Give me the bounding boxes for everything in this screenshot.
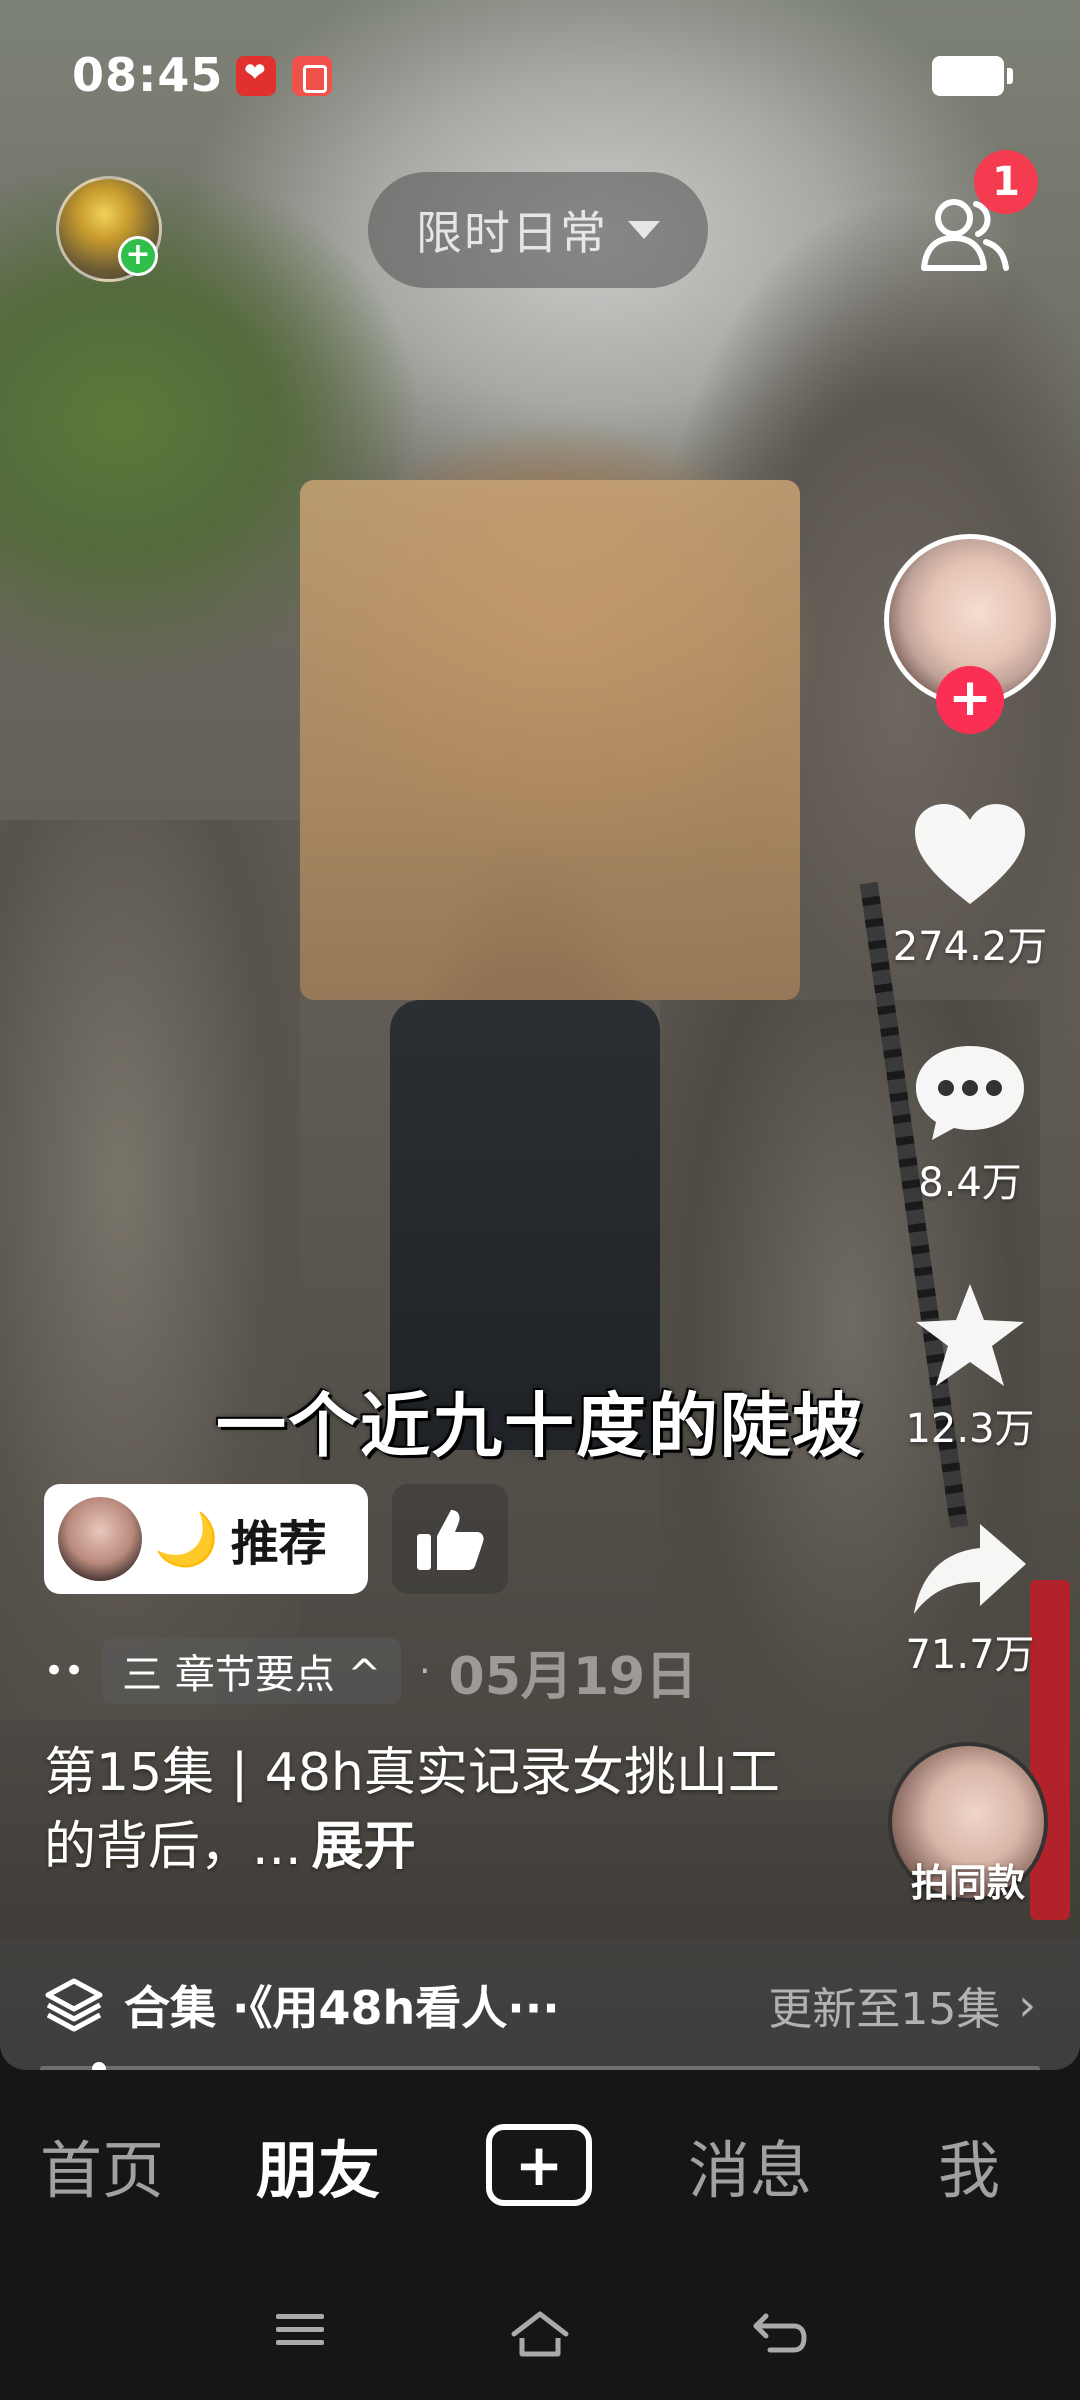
video-cargo-boxes [300,480,800,1000]
like-count: 274.2万 [892,924,1048,970]
collection-update: 更新至15集 [768,1984,1001,2035]
tab-me[interactable]: 我 [938,2120,1000,2210]
chapter-points-button[interactable]: 三 章节要点 ^ [102,1638,402,1704]
recommender-avatar [58,1497,142,1581]
feed-selector-dropdown[interactable]: 限时日常 [368,172,708,288]
follow-plus-icon[interactable]: + [936,666,1004,734]
chevron-right-icon: › [1018,1979,1036,2031]
tab-home[interactable]: 首页 [40,2120,164,2210]
home-icon[interactable] [510,2310,570,2358]
notification-app-icon [292,56,332,96]
share-arrow-icon [914,1524,1026,1614]
thumbs-up-button[interactable] [392,1484,508,1594]
video-subtitle: 一个近九十度的陡坡 [216,1385,864,1467]
comment-button[interactable]: 8.4万 [880,1040,1060,1208]
notification-heart-icon [236,56,276,96]
collection-bar[interactable]: 合集 ·《用48h看人··· 更新至15集 › [0,1940,1080,2070]
comment-icon [916,1046,1024,1140]
thumbs-up-icon [417,1510,484,1570]
recommend-label: 推荐 [230,1516,327,1572]
plus-icon: + [514,2131,564,2199]
video-player[interactable]: 08:45 + 限时日常 1 + 274.2万 8.4万 [0,0,1080,2070]
feed-selector-label: 限时日常 [416,206,608,260]
caret-down-icon [628,221,660,239]
share-button[interactable]: 71.7万 [880,1520,1060,1680]
video-description[interactable]: 第15集 | 48h真实记录女挑山工的背后，... 展开 [44,1736,804,1884]
same-style-label[interactable]: 拍同款 [888,1852,1048,1907]
menu-icon[interactable] [274,2310,326,2350]
create-post-button[interactable]: + [486,2124,592,2206]
chapter-points-label: 三 章节要点 ^ [122,1652,382,1698]
post-date: 05月19日 [448,1646,698,1707]
battery-icon [932,56,1013,96]
moon-icon: 🌙 [154,1509,219,1570]
share-count: 71.7万 [905,1632,1035,1678]
heart-icon [915,804,1025,904]
layers-icon [45,1978,103,2032]
add-friend-plus-icon[interactable]: + [118,236,158,276]
meta-separator: · [419,1650,431,1692]
expand-link[interactable]: 展开 [312,1817,416,1877]
comment-count: 8.4万 [918,1160,1022,1206]
like-button[interactable]: 274.2万 [880,800,1060,972]
friends-notification-badge: 1 [974,150,1038,214]
back-icon[interactable] [752,2310,808,2354]
status-time: 08:45 [72,48,224,102]
tab-messages[interactable]: 消息 [688,2120,812,2210]
collection-title: 合集 ·《用48h看人··· [124,1981,560,2035]
more-dots-icon[interactable]: •• [44,1651,84,1691]
recommend-chip[interactable]: 🌙 推荐 [44,1484,368,1594]
meta-row: •• 三 章节要点 ^ · 05月19日 [44,1636,698,1707]
tab-friends[interactable]: 朋友 [256,2120,380,2210]
